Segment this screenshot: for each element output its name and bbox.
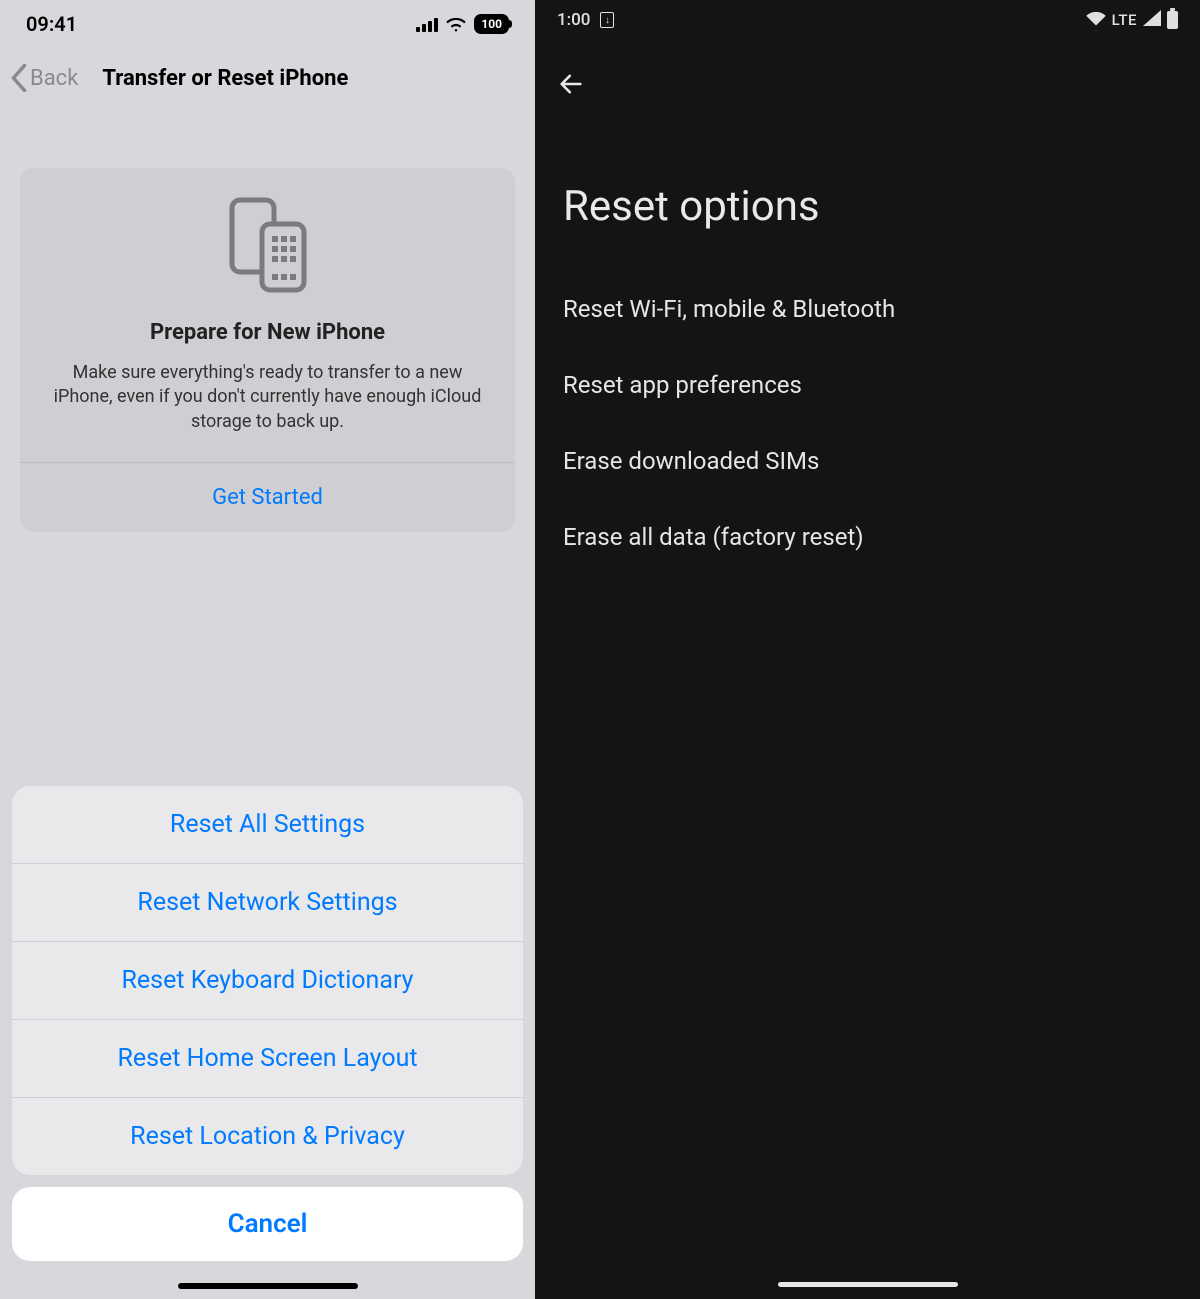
battery-icon: 100 (474, 14, 509, 34)
action-sheet-list: Reset All Settings Reset Network Setting… (12, 786, 523, 1175)
wifi-icon (1086, 10, 1106, 31)
cancel-button[interactable]: Cancel (12, 1187, 523, 1261)
battery-icon (1167, 11, 1178, 29)
reset-network-settings[interactable]: Reset Network Settings (12, 864, 523, 942)
ios-nav-bar: Back Transfer or Reset iPhone (0, 48, 535, 108)
home-indicator[interactable] (778, 1282, 958, 1287)
reset-keyboard-dictionary[interactable]: Reset Keyboard Dictionary (12, 942, 523, 1020)
action-sheet: Reset All Settings Reset Network Setting… (0, 786, 535, 1299)
erase-downloaded-sims[interactable]: Erase downloaded SIMs (535, 423, 1200, 499)
page-title: Transfer or Reset iPhone (102, 66, 348, 91)
reset-app-preferences[interactable]: Reset app preferences (535, 347, 1200, 423)
network-label: LTE (1112, 11, 1137, 29)
chevron-left-icon (10, 64, 28, 92)
ios-time: 09:41 (26, 12, 77, 36)
download-icon: ↓ (600, 12, 614, 28)
reset-all-settings[interactable]: Reset All Settings (12, 786, 523, 864)
wifi-icon (446, 16, 466, 32)
erase-all-data[interactable]: Erase all data (factory reset) (535, 499, 1200, 575)
home-indicator[interactable] (178, 1283, 358, 1289)
arrow-left-icon (557, 70, 585, 98)
cellular-signal-icon (416, 16, 438, 32)
reset-home-screen-layout[interactable]: Reset Home Screen Layout (12, 1020, 523, 1098)
get-started-button[interactable]: Get Started (20, 462, 515, 532)
ios-status-bar: 09:41 100 (0, 0, 535, 48)
reset-wifi-mobile-bluetooth[interactable]: Reset Wi-Fi, mobile & Bluetooth (535, 271, 1200, 347)
android-time: 1:00 (557, 10, 590, 30)
android-screen: 1:00 ↓ LTE Reset options Reset Wi-Fi, mo… (535, 0, 1200, 1299)
ios-status-right: 100 (416, 14, 509, 34)
two-phones-icon (44, 196, 491, 296)
reset-location-privacy[interactable]: Reset Location & Privacy (12, 1098, 523, 1175)
ios-screen: 09:41 100 Back Transfer or Reset iPhone (0, 0, 535, 1299)
card-body: Make sure everything's ready to transfer… (44, 361, 491, 434)
back-button[interactable]: Back (10, 64, 78, 92)
card-title: Prepare for New iPhone (44, 320, 491, 345)
cellular-signal-icon (1143, 10, 1161, 31)
android-status-bar: 1:00 ↓ LTE (535, 0, 1200, 40)
back-label: Back (30, 66, 78, 91)
back-button[interactable] (535, 40, 1200, 112)
prepare-card: Prepare for New iPhone Make sure everyth… (20, 168, 515, 532)
page-title: Reset options (535, 112, 1200, 271)
